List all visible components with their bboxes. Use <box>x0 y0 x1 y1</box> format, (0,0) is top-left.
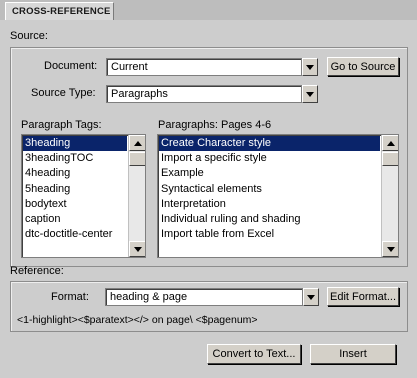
document-label: Document: <box>44 60 98 72</box>
paragraphs-scrollbar[interactable] <box>381 135 398 257</box>
source-groupbox: Document: Current Go to Source Source Ty… <box>10 47 408 267</box>
tab-cross-reference[interactable]: CROSS-REFERENCE <box>5 2 114 20</box>
format-code-text: <1-highlight><$paratext></> on page\ <$p… <box>17 314 258 326</box>
convert-to-text-button[interactable]: Convert to Text... <box>207 344 301 364</box>
scroll-up-button[interactable] <box>382 135 398 151</box>
scroll-down-button[interactable] <box>382 241 398 257</box>
list-item[interactable]: Example <box>159 166 380 181</box>
paragraph-tags-label: Paragraph Tags: <box>21 119 102 131</box>
list-item[interactable]: 4heading <box>23 166 127 181</box>
scrollbar-thumb[interactable] <box>129 152 145 166</box>
list-item[interactable]: Import table from Excel <box>159 227 380 242</box>
list-item[interactable]: caption <box>23 212 127 227</box>
source-type-label: Source Type: <box>31 87 96 99</box>
format-value: heading & page <box>110 291 188 303</box>
chevron-down-icon <box>306 91 314 97</box>
chevron-down-icon <box>306 64 314 70</box>
list-item[interactable]: Individual ruling and shading <box>159 212 380 227</box>
document-dropdown-button[interactable] <box>302 58 318 76</box>
chevron-down-icon <box>386 246 395 252</box>
scroll-down-button[interactable] <box>129 241 145 257</box>
document-dropdown[interactable]: Current <box>106 58 302 76</box>
document-value: Current <box>111 61 148 73</box>
list-item[interactable]: dtc-doctitle-center <box>23 227 127 242</box>
list-item[interactable]: Import a specific style <box>159 151 380 166</box>
chevron-down-icon <box>133 246 142 252</box>
tags-scrollbar[interactable] <box>128 135 145 257</box>
paragraphs-label: Paragraphs: Pages 4-6 <box>158 119 272 131</box>
list-item[interactable]: Syntactical elements <box>159 182 380 197</box>
list-item[interactable]: bodytext <box>23 197 127 212</box>
paragraphs-list[interactable]: Create Character style Import a specific… <box>157 134 399 258</box>
list-item[interactable]: 3headingTOC <box>23 151 127 166</box>
chevron-down-icon <box>307 294 315 300</box>
source-type-dropdown-button[interactable] <box>302 85 318 103</box>
list-item[interactable]: Interpretation <box>159 197 380 212</box>
source-type-dropdown[interactable]: Paragraphs <box>106 85 302 103</box>
format-dropdown-button[interactable] <box>303 288 319 306</box>
chevron-up-icon <box>386 140 395 146</box>
tab-strip: CROSS-REFERENCE <box>0 0 417 20</box>
format-dropdown[interactable]: heading & page <box>105 288 303 306</box>
edit-format-button[interactable]: Edit Format... <box>327 287 399 306</box>
scrollbar-thumb[interactable] <box>382 152 398 166</box>
paragraph-tags-list[interactable]: 3heading 3headingTOC 4heading 5heading b… <box>21 134 146 258</box>
go-to-source-button[interactable]: Go to Source <box>327 57 399 76</box>
list-item[interactable]: 5heading <box>23 182 127 197</box>
cross-reference-panel: Source: Document: Current Go to Source S… <box>0 20 417 378</box>
list-item[interactable]: 3heading <box>23 136 127 152</box>
list-item[interactable]: Create Character style <box>159 136 380 152</box>
format-label: Format: <box>51 291 89 303</box>
chevron-up-icon <box>133 140 142 146</box>
reference-heading: Reference: <box>10 265 64 277</box>
scroll-up-button[interactable] <box>129 135 145 151</box>
reference-groupbox: Format: heading & page Edit Format... <1… <box>10 281 408 332</box>
source-type-value: Paragraphs <box>111 88 168 100</box>
source-heading: Source: <box>10 30 48 42</box>
insert-button[interactable]: Insert <box>310 344 396 364</box>
